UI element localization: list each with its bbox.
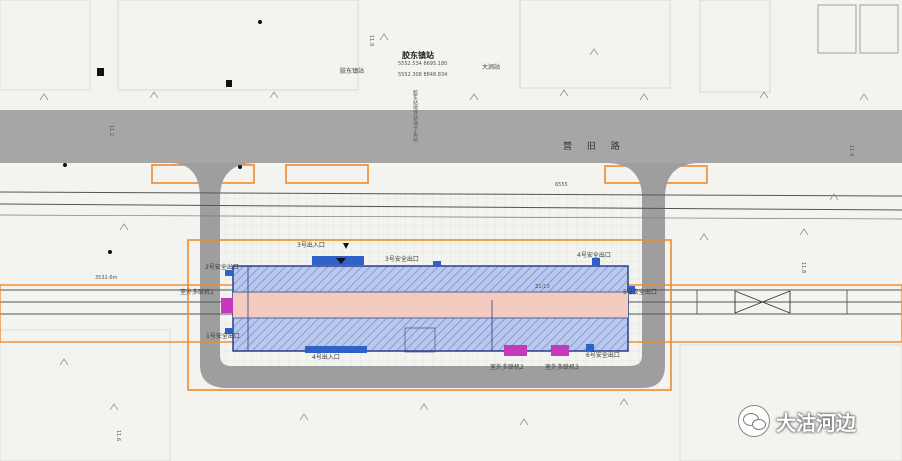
vertical-annotation: 胶东站地铁站/地下车站: [412, 90, 418, 142]
label-wind-3: 室外多联机3: [545, 364, 579, 371]
label-wind-1: 室外多联机1: [180, 289, 214, 296]
entrance-3: [312, 256, 364, 265]
elevation-1: 11.2: [108, 125, 114, 137]
label-safety-3: 3号安全出口: [385, 256, 419, 263]
marker-4: [238, 165, 242, 169]
marker-5: [108, 250, 112, 254]
label-safety-5: 5号安全出口: [623, 289, 657, 296]
elevation-4: 11.6: [115, 430, 121, 442]
safety-exit-3: [433, 261, 441, 266]
label-safety-6: 6号安全出口: [586, 352, 620, 359]
station-platform: [233, 292, 628, 318]
elevation-2: 11.9: [368, 35, 374, 47]
label-exit-4: 4号出入口: [312, 354, 340, 361]
station-name: 胶东镇站: [402, 51, 434, 60]
neighbor-station-right: 大涧站: [482, 64, 501, 71]
safety-exit-4: [592, 258, 600, 266]
neighbor-station-left: 胶东镇站: [340, 68, 365, 75]
elevation-3: 11.4: [848, 145, 854, 157]
entrance-4: [305, 346, 367, 353]
watermark: 大沽河边: [738, 405, 856, 437]
marker-2: [226, 80, 232, 87]
station-coords-1: 5552.534 8695.180: [398, 61, 448, 67]
label-safety-2: 2号安全出口: [205, 264, 239, 271]
marker-6: [258, 20, 262, 24]
vent-3: [551, 345, 569, 356]
label-safety-1: 1号安全出口: [206, 333, 240, 340]
vent-1: [221, 298, 233, 313]
station-coords-2: 5552.308 8848.834: [398, 72, 448, 78]
elevation-5: 11.8: [800, 262, 806, 274]
marker-3: [63, 163, 67, 167]
site-plan-map: 胶东镇站 5552.534 8695.180 5552.308 8848.834…: [0, 0, 902, 461]
map-drawing: [0, 0, 902, 461]
safety-exit-6: [586, 344, 594, 351]
main-road: [0, 110, 902, 163]
label-safety-4: 4号安全出口: [577, 252, 611, 259]
platform-label: Z1/13: [535, 284, 550, 290]
distance-label: 3532.6m: [95, 275, 118, 281]
marker-1: [97, 68, 104, 76]
vent-2: [504, 345, 527, 356]
watermark-text: 大沽河边: [776, 410, 856, 435]
road-name: 营 旧 路: [563, 142, 626, 152]
label-exit-3: 3号出入口: [297, 242, 325, 249]
label-wind-2: 室外多联机2: [490, 364, 524, 371]
small-number-label: 6555: [555, 182, 568, 188]
wechat-icon: [738, 405, 770, 437]
